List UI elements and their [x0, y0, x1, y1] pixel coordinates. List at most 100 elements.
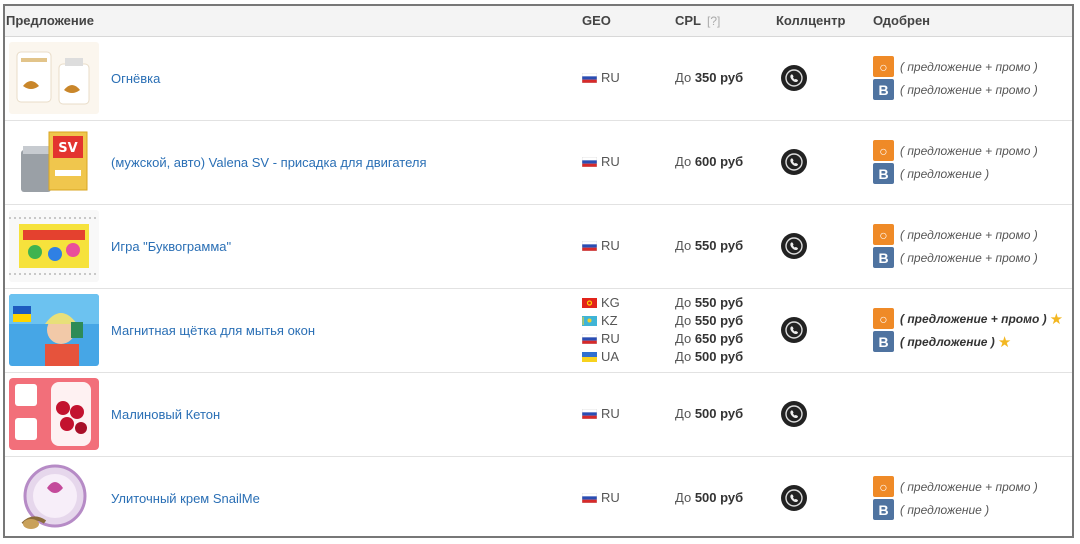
- cpl-prefix: До: [675, 349, 692, 364]
- cpl-prefix: До: [675, 406, 692, 421]
- cpl-amount: 600 руб: [694, 154, 744, 169]
- offers-table-panel: Предложение GEO CPL [?] Коллцентр Одобрен…: [3, 4, 1074, 538]
- geo-item: RU: [582, 69, 675, 87]
- header-offer[interactable]: Предложение: [5, 6, 582, 37]
- approved-cell: ○ ( предложение + промо ) B ( предложение +…: [873, 36, 1072, 120]
- cpl-amount: 500 руб: [694, 349, 744, 364]
- vkontakte-icon: B: [873, 247, 894, 268]
- phone-icon: [781, 485, 807, 512]
- odnoklassniki-icon: ○: [873, 308, 894, 329]
- cpl-item: До 650 руб: [675, 330, 776, 348]
- star-icon: ★: [997, 333, 1012, 351]
- cpl-prefix: До: [675, 331, 692, 346]
- cpl-prefix: До: [675, 313, 692, 328]
- cpl-item: До 550 руб: [675, 294, 776, 312]
- offer-thumbnail[interactable]: SV: [9, 126, 99, 198]
- offer-cell: Улиточный крем SnailMe: [5, 462, 582, 535]
- table-row: Магнитная щётка для мытья окон KG KZ RU UA До…: [5, 288, 1072, 372]
- geo-code: RU: [601, 490, 620, 506]
- approved-item: B ( предложение ) ★: [873, 330, 1072, 353]
- geo-item: UA: [582, 348, 675, 366]
- geo-code: RU: [601, 406, 620, 421]
- geo-code: KZ: [601, 313, 618, 328]
- cpl-prefix: До: [675, 490, 692, 506]
- table-row: Игра "Буквограмма" RU До 550 руб ○ ( предлож…: [5, 204, 1072, 288]
- cpl-prefix: До: [675, 70, 692, 85]
- offer-thumbnail[interactable]: [9, 42, 99, 114]
- geo-cell: RU: [582, 120, 675, 204]
- cpl-cell: До 600 руб: [675, 120, 776, 204]
- cpl-help-link[interactable]: [?]: [707, 14, 720, 28]
- geo-code: RU: [601, 331, 620, 346]
- geo-cell: RU: [582, 36, 675, 120]
- vkontakte-icon: B: [873, 163, 894, 184]
- offer-thumbnail[interactable]: [9, 378, 99, 450]
- approved-cell: ○( предложение + промо ) ★ B( предложение …: [873, 288, 1072, 372]
- header-callcenter[interactable]: Коллцентр: [776, 6, 873, 37]
- approved-text: ( предложение ): [900, 166, 990, 181]
- cpl-prefix: До: [675, 154, 692, 169]
- offer-link[interactable]: Огнёвка: [111, 71, 160, 86]
- offer-link[interactable]: Малиновый Кетон: [111, 407, 220, 422]
- geo-code: KG: [601, 295, 620, 310]
- approved-item: ○ ( предложение + промо ): [873, 223, 1072, 246]
- flag-kz-icon: [582, 313, 601, 328]
- callcenter-cell: [776, 456, 873, 536]
- cpl-item: До 500 руб: [675, 348, 776, 366]
- star-icon: ★: [1049, 310, 1064, 328]
- header-geo[interactable]: GEO: [582, 6, 675, 37]
- offer-thumbnail[interactable]: [9, 210, 99, 282]
- offer-link[interactable]: Магнитная щётка для мытья окон: [111, 323, 315, 338]
- cpl-cell: До 550 руб: [675, 204, 776, 288]
- approved-text: ( предложение + промо ): [900, 82, 1038, 97]
- offer-cell: Магнитная щётка для мытья окон: [5, 294, 582, 366]
- cpl-cell: До 500 руб: [675, 372, 776, 456]
- header-approved[interactable]: Одобрен: [873, 6, 1072, 37]
- odnoklassniki-icon: ○: [873, 224, 894, 245]
- approved-cell: [873, 372, 1072, 456]
- geo-cell: RU: [582, 204, 675, 288]
- offer-thumbnail[interactable]: [9, 462, 99, 535]
- approved-item: B ( предложение + промо ): [873, 78, 1072, 101]
- flag-ru-icon: [582, 406, 601, 421]
- geo-item: RU: [582, 237, 675, 255]
- table-row: Огнёвка RU До 350 руб ○ ( предложение + пром…: [5, 36, 1072, 120]
- geo-item: RU: [582, 489, 675, 507]
- callcenter-cell: [776, 204, 873, 288]
- offer-link[interactable]: Игра "Буквограмма": [111, 239, 231, 254]
- cpl-item: До 600 руб: [675, 153, 776, 171]
- flag-kg-icon: [582, 295, 601, 310]
- cpl-item: До 550 руб: [675, 312, 776, 330]
- odnoklassniki-icon: ○: [873, 476, 894, 498]
- phone-icon: [781, 149, 807, 175]
- cpl-item: До 550 руб: [675, 237, 776, 255]
- geo-item: RU: [582, 330, 675, 348]
- approved-text: ( предложение + промо ): [900, 311, 1047, 326]
- geo-item: KZ: [582, 312, 675, 330]
- approved-cell: ○ ( предложение + промо ) B ( предложение +…: [873, 204, 1072, 288]
- approved-item: B ( предложение ): [873, 498, 1072, 521]
- approved-item: B ( предложение + промо ): [873, 246, 1072, 269]
- callcenter-cell: [776, 36, 873, 120]
- offer-cell: SV (мужской, авто) Valena SV - присадка д…: [5, 126, 582, 198]
- header-cpl[interactable]: CPL [?]: [675, 6, 776, 37]
- cpl-prefix: До: [675, 295, 692, 310]
- geo-code: RU: [601, 154, 620, 169]
- offer-thumbnail[interactable]: [9, 294, 99, 366]
- geo-code: UA: [601, 349, 620, 364]
- callcenter-cell: [776, 372, 873, 456]
- cpl-amount: 550 руб: [694, 313, 744, 328]
- approved-text: ( предложение + промо ): [900, 250, 1038, 265]
- vkontakte-icon: B: [873, 499, 894, 521]
- approved-text: ( предложение + промо ): [900, 479, 1038, 494]
- table-row: Улиточный крем SnailMe RU До 500 руб ○ ( пре…: [5, 456, 1072, 536]
- cpl-amount: 350 руб: [694, 70, 744, 85]
- phone-icon: [781, 317, 807, 343]
- odnoklassniki-icon: ○: [873, 56, 894, 77]
- geo-cell: RU: [582, 372, 675, 456]
- offer-link[interactable]: (мужской, авто) Valena SV - присадка для…: [111, 155, 427, 170]
- phone-icon: [781, 233, 807, 259]
- offer-link[interactable]: Улиточный крем SnailMe: [111, 491, 260, 506]
- geo-code: RU: [601, 238, 620, 253]
- cpl-cell: До 500 руб: [675, 456, 776, 536]
